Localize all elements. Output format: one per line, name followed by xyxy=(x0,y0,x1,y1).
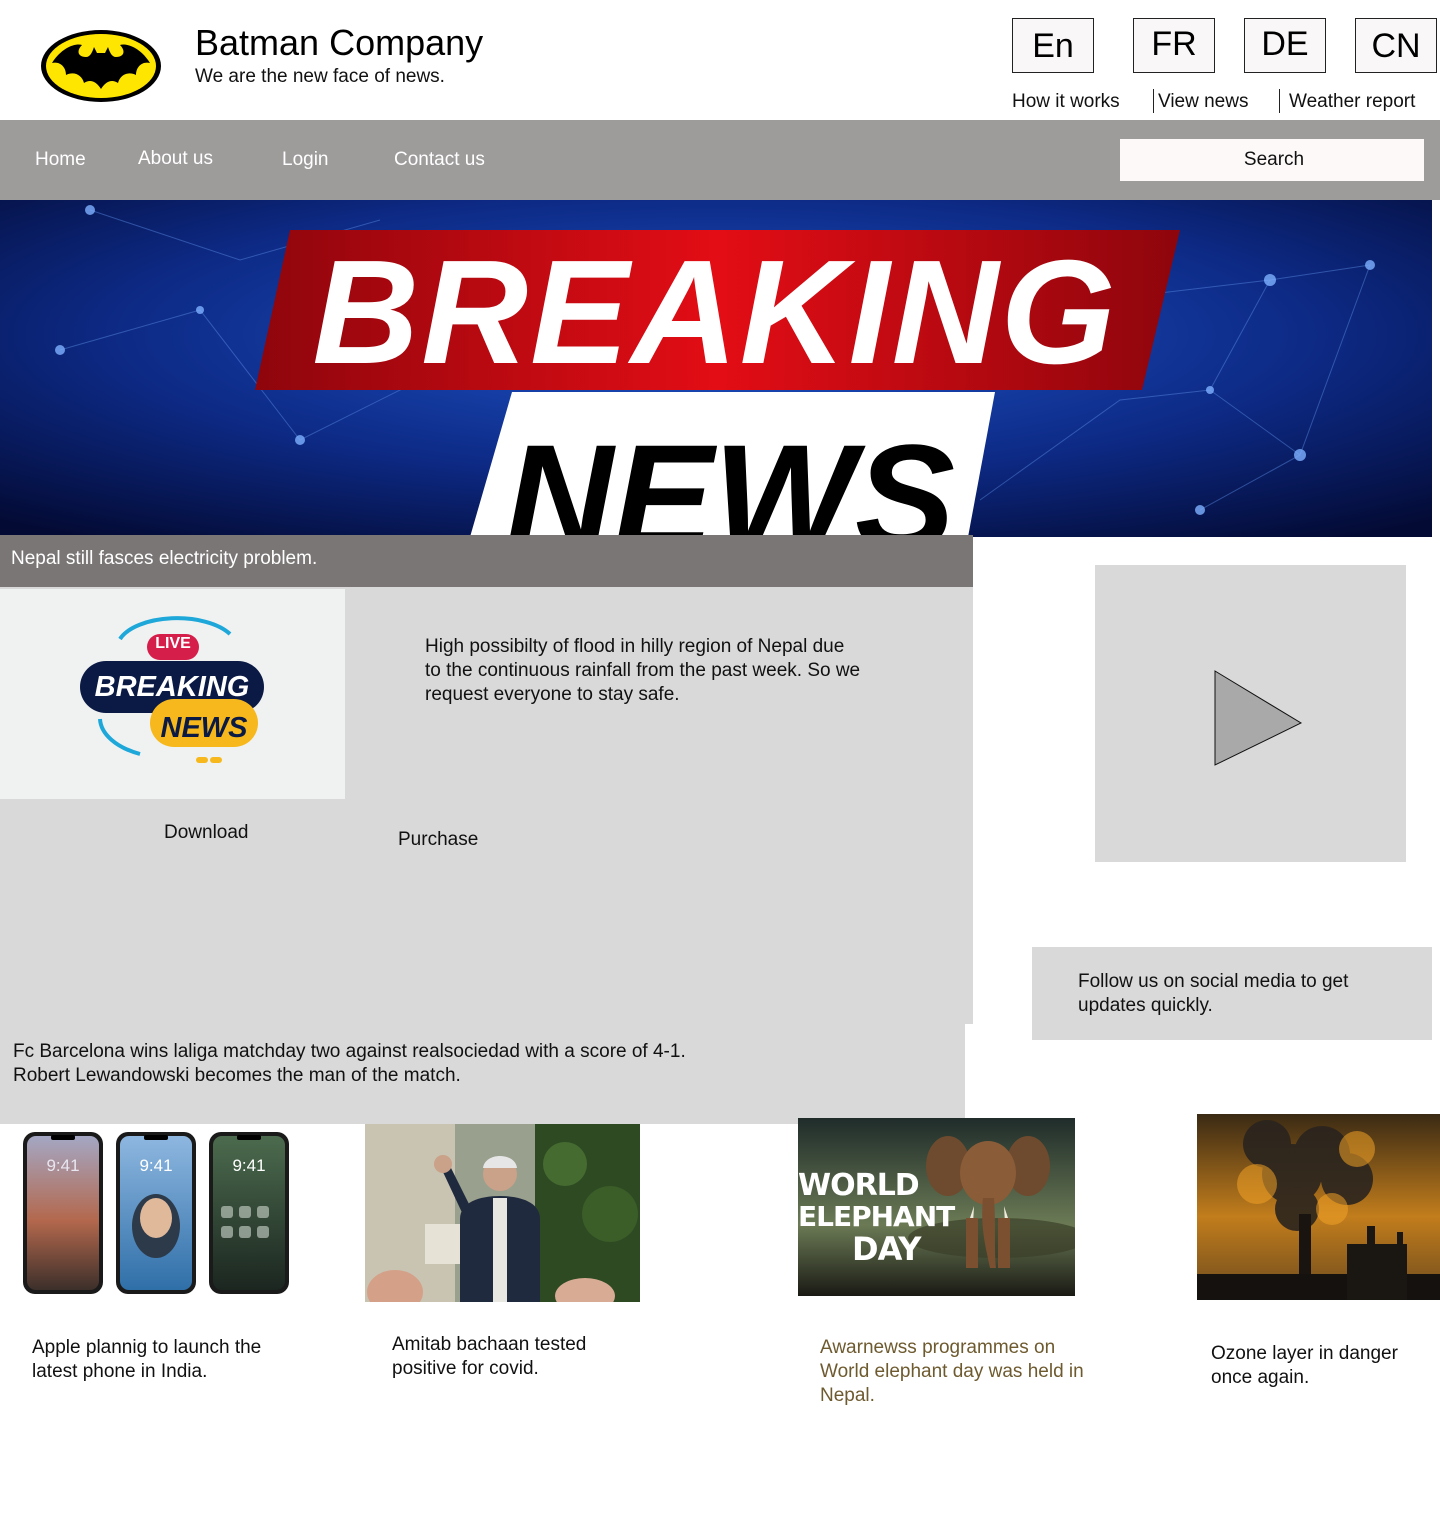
card-caption[interactable]: Ozone layer in danger once again. xyxy=(1211,1342,1440,1390)
nav-contact-us[interactable]: Contact us xyxy=(394,149,485,171)
link-divider xyxy=(1153,89,1154,113)
person-waving-image[interactable] xyxy=(365,1124,640,1302)
nav-home[interactable]: Home xyxy=(35,149,86,171)
view-news-link[interactable]: View news xyxy=(1158,91,1248,113)
thumb-news-text: NEWS xyxy=(160,712,248,744)
card-caption[interactable]: Amitab bachaan tested positive for covid… xyxy=(392,1333,632,1381)
headline-text[interactable]: Nepal still fasces electricity problem. xyxy=(11,548,317,570)
social-media-text: Follow us on social media to get updates… xyxy=(1078,971,1349,1016)
download-button[interactable]: Download xyxy=(164,822,249,844)
play-icon[interactable] xyxy=(1214,670,1304,766)
main-story-text: High possibilty of flood in hilly region… xyxy=(425,636,861,705)
phone-clock-text: 9:41 xyxy=(232,1156,266,1175)
phone-clock-text: 9:41 xyxy=(46,1156,80,1175)
bat-logo[interactable] xyxy=(38,27,164,105)
elephant-title-line1: WORLD xyxy=(798,1168,920,1203)
weather-report-link[interactable]: Weather report xyxy=(1289,91,1415,113)
breaking-news-banner: BREAKING NEWS xyxy=(0,200,1432,537)
nav-login[interactable]: Login xyxy=(282,149,329,171)
video-player[interactable] xyxy=(1095,565,1406,862)
thumb-breaking-text: BREAKING xyxy=(94,671,250,703)
live-breaking-news-thumbnail[interactable]: LIVE BREAKING NEWS xyxy=(0,589,345,799)
barcelona-story-text[interactable]: Fc Barcelona wins laliga matchday two ag… xyxy=(13,1040,693,1088)
how-it-works-link[interactable]: How it works xyxy=(1012,91,1120,113)
card-caption[interactable]: Awarnewss programmes on World elephant d… xyxy=(820,1336,1100,1408)
language-de-button[interactable]: DE xyxy=(1244,18,1326,73)
hero-breaking-text: BREAKING xyxy=(312,230,1118,395)
phone-clock-text: 9:41 xyxy=(139,1156,173,1175)
elephant-title-line2: ELEPHANT xyxy=(798,1200,955,1233)
nav-about-us[interactable]: About us xyxy=(138,148,213,170)
card-caption[interactable]: Apple plannig to launch the latest phone… xyxy=(32,1336,272,1384)
language-fr-button[interactable]: FR xyxy=(1133,18,1215,73)
language-cn-button[interactable]: CN xyxy=(1355,18,1437,73)
elephant-title-line3: DAY xyxy=(852,1230,921,1268)
phones-image[interactable]: 9:41 9:41 9:41 xyxy=(13,1126,300,1297)
elephant-image[interactable]: WORLD ELEPHANT DAY xyxy=(798,1118,1075,1296)
tagline: We are the new face of news. xyxy=(195,66,445,87)
purchase-button[interactable]: Purchase xyxy=(398,829,478,851)
search-input[interactable] xyxy=(1120,139,1424,181)
factory-smoke-image[interactable] xyxy=(1197,1114,1440,1300)
company-name: Batman Company xyxy=(195,22,484,63)
language-en-button[interactable]: En xyxy=(1012,18,1094,73)
hero-news-text: NEWS xyxy=(505,413,955,537)
live-badge-text: LIVE xyxy=(155,635,191,652)
link-divider xyxy=(1279,89,1280,113)
